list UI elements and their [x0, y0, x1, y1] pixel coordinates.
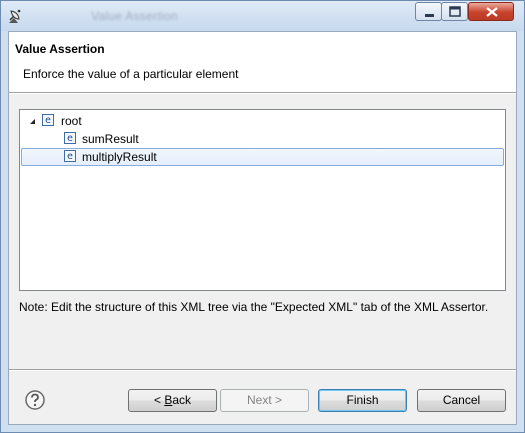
- tree-node-sumresult[interactable]: e sumResult: [58, 130, 258, 148]
- header-divider: [9, 92, 516, 94]
- tree-node-label: sumResult: [82, 132, 139, 146]
- expand-arrow-icon[interactable]: [28, 112, 38, 130]
- window-title: Value Assertion: [91, 9, 178, 23]
- satellite-dish-icon: [7, 7, 25, 25]
- xml-tree[interactable]: e root e sumResult e multiplyResult: [19, 109, 506, 291]
- xml-element-icon: e: [42, 114, 54, 126]
- page-title: Value Assertion: [15, 42, 105, 56]
- back-prefix: <: [153, 393, 165, 407]
- finish-button[interactable]: Finish: [318, 389, 407, 412]
- tree-node-label: multiplyResult: [82, 150, 157, 164]
- help-question-icon[interactable]: [25, 390, 45, 410]
- xml-element-icon: e: [64, 132, 76, 144]
- dialog-body: Value Assertion Enforce the value of a p…: [8, 31, 517, 425]
- tree-node-root[interactable]: e root: [26, 112, 226, 130]
- close-icon: [486, 7, 498, 17]
- tree-node-label: root: [61, 114, 82, 128]
- xml-element-icon: e: [64, 150, 76, 162]
- maximize-icon: [449, 6, 461, 17]
- note-text: Note: Edit the structure of this XML tre…: [19, 300, 489, 314]
- footer-divider: [9, 369, 516, 371]
- title-bar[interactable]: Value Assertion: [1, 1, 524, 31]
- minimize-button[interactable]: [415, 2, 442, 21]
- minimize-icon: [425, 14, 434, 17]
- back-label-rest: ack: [172, 393, 192, 407]
- back-button[interactable]: < Back: [128, 389, 217, 412]
- tree-node-multiplyresult[interactable]: e multiplyResult: [21, 148, 504, 166]
- page-description: Enforce the value of a particular elemen…: [23, 67, 239, 81]
- maximize-button[interactable]: [441, 2, 468, 21]
- wizard-header: Value Assertion Enforce the value of a p…: [9, 32, 516, 92]
- dialog-window: Value Assertion Value Assertion Enforce …: [0, 0, 525, 433]
- close-button[interactable]: [468, 2, 514, 21]
- next-button[interactable]: Next >: [220, 389, 309, 412]
- cancel-button[interactable]: Cancel: [417, 389, 506, 412]
